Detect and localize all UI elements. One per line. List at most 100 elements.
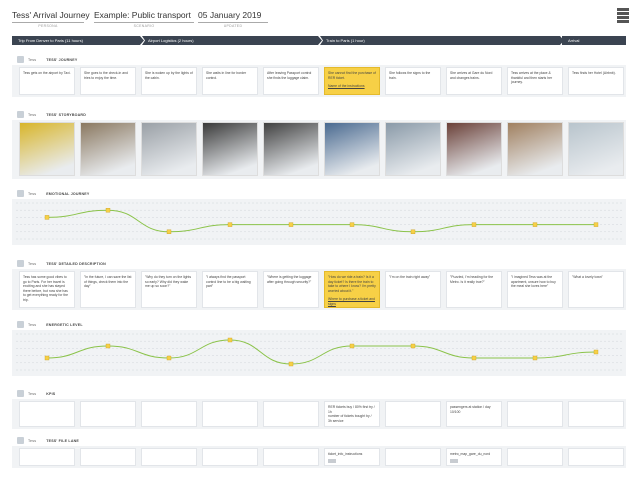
energy-curve xyxy=(46,339,597,365)
file-card[interactable] xyxy=(507,448,563,466)
journey-card[interactable]: She arrives at Gare du Nord and changes … xyxy=(446,67,502,95)
lane-color-badge xyxy=(17,260,24,267)
kpi-card[interactable] xyxy=(80,401,136,427)
kpi-card[interactable]: passengers at station / day 10/100 xyxy=(446,401,502,427)
attachment-icon[interactable] xyxy=(328,458,336,463)
journey-card[interactable]: She waits in line for border control. xyxy=(202,67,258,95)
journey-card-link[interactable]: Name of the instructions xyxy=(328,84,376,89)
thought-card[interactable]: "Why do they turn on the lights so early… xyxy=(141,271,197,308)
energy-chart xyxy=(16,333,622,371)
thought-card[interactable]: "I'm on the train right away" xyxy=(385,271,441,308)
energy-point[interactable] xyxy=(44,355,50,361)
persona-label: PERSONA xyxy=(38,24,58,28)
emotion-point[interactable] xyxy=(593,222,599,227)
lane-title: TESS' STORYBOARD xyxy=(46,112,87,117)
energy-point[interactable] xyxy=(349,343,355,349)
scenario-field[interactable]: Example: Public transport SCENARIO xyxy=(94,10,194,28)
journey-card-text: She waits in line for border control. xyxy=(206,71,247,80)
energy-point[interactable] xyxy=(532,355,538,361)
emotion-point[interactable] xyxy=(349,222,355,227)
storyboard-train-image xyxy=(385,122,441,176)
journey-card[interactable]: She cannot find the purchase of RER tick… xyxy=(324,67,380,95)
file-card[interactable] xyxy=(19,448,75,466)
emotion-point[interactable] xyxy=(532,222,538,227)
file-card[interactable]: metro_map_gare_du_nord xyxy=(446,448,502,466)
attachment-icon[interactable] xyxy=(450,458,458,463)
emotion-point[interactable] xyxy=(288,222,294,227)
journey-card[interactable]: She goes to the check-in and tries to en… xyxy=(80,67,136,95)
file-card[interactable] xyxy=(80,448,136,466)
phase-arrival[interactable]: Arrival xyxy=(562,36,626,45)
kpi-card[interactable] xyxy=(202,401,258,427)
journey-card[interactable]: Tess finds her Hotel (Airbnb). xyxy=(568,67,624,95)
phase-bar: Trip From Denver to Paris (11 hours) Air… xyxy=(12,36,626,45)
kpi-card[interactable] xyxy=(263,401,319,427)
energy-point[interactable] xyxy=(410,343,416,349)
file-card[interactable] xyxy=(202,448,258,466)
file-card[interactable] xyxy=(385,448,441,466)
kpi-card[interactable]: RER tickets buy / 80% first try / 1h num… xyxy=(324,401,380,427)
emotion-point[interactable] xyxy=(227,222,233,227)
lane-title: ENERGETIC LEVEL xyxy=(46,322,83,327)
thought-card[interactable]: "I always find the passport control line… xyxy=(202,271,258,308)
phase-train[interactable]: Train to Paris (1 hour) xyxy=(320,36,564,45)
emotion-point[interactable] xyxy=(410,229,416,234)
lane-header-thoughts: Tess TESS' DETAILED DESCRIPTION xyxy=(12,259,626,268)
energy-point[interactable] xyxy=(593,349,599,355)
lane-title: EMOTIONAL JOURNEY xyxy=(46,191,90,196)
kpi-card[interactable] xyxy=(141,401,197,427)
lane-color-badge xyxy=(17,390,24,397)
kpi-card-text: RER tickets buy / 80% first try / 1h num… xyxy=(328,405,375,423)
journey-card[interactable]: Tess gets on the airport by Taxi. xyxy=(19,67,75,95)
journey-card[interactable]: Tess arrives at the place & thankful and… xyxy=(507,67,563,95)
emotion-point[interactable] xyxy=(44,215,50,220)
journey-card[interactable]: She follows the signs to the train. xyxy=(385,67,441,95)
kpi-card[interactable] xyxy=(19,401,75,427)
journey-card[interactable]: After leaving Passport control she finds… xyxy=(263,67,319,95)
journey-card-text: She is woken up by the lights of the cab… xyxy=(145,71,193,80)
thought-card[interactable]: "Where is getting the luggage after goin… xyxy=(263,271,319,308)
thought-card[interactable]: "In the future, I can save the list of t… xyxy=(80,271,136,308)
thought-card-text: "How do we ride a train? Is it a day tic… xyxy=(328,275,376,293)
thought-card[interactable]: Tess has some good vibes to go to Paris.… xyxy=(19,271,75,308)
lane-header-energetic: Tess ENERGETIC LEVEL xyxy=(12,320,626,329)
storyboard-building-image xyxy=(568,122,624,176)
lane-title: TESS' DETAILED DESCRIPTION xyxy=(46,261,106,266)
thought-card[interactable]: "How do we ride a train? Is it a day tic… xyxy=(324,271,380,308)
journey-card[interactable]: She is woken up by the lights of the cab… xyxy=(141,67,197,95)
thought-card-text: "Puzzled, I'm heading for the Metro. Is … xyxy=(450,275,494,284)
kpi-card[interactable] xyxy=(507,401,563,427)
thought-card[interactable]: "What a lovely town" xyxy=(568,271,624,308)
lane-title: TESS' JOURNEY xyxy=(46,57,78,62)
storyboard-taxi-image xyxy=(19,122,75,176)
phase-trip[interactable]: Trip From Denver to Paris (11 hours) xyxy=(12,36,144,45)
lane-color-badge xyxy=(17,190,24,197)
emotion-point[interactable] xyxy=(166,229,172,234)
energy-point[interactable] xyxy=(227,337,233,343)
thought-card[interactable]: "Puzzled, I'm heading for the Metro. Is … xyxy=(446,271,502,308)
storyboard-station-image xyxy=(324,122,380,176)
phase-airport[interactable]: Airport Logistics (2 hours) xyxy=(142,36,322,45)
date-label: UPDATED xyxy=(223,24,243,28)
kpi-card[interactable] xyxy=(568,401,624,427)
file-card[interactable] xyxy=(568,448,624,466)
file-card[interactable] xyxy=(141,448,197,466)
kpi-card[interactable] xyxy=(385,401,441,427)
emotion-point[interactable] xyxy=(105,207,111,213)
date-field[interactable]: 05 January 2019 UPDATED xyxy=(198,10,268,28)
file-card[interactable] xyxy=(263,448,319,466)
persona-field[interactable]: Tess' Arrival Journey PERSONA xyxy=(12,10,90,28)
energy-point[interactable] xyxy=(471,355,477,361)
storyboard-platform-image xyxy=(446,122,502,176)
emotion-point[interactable] xyxy=(471,222,477,227)
energy-point[interactable] xyxy=(288,361,294,367)
file-card-text: metro_map_gare_du_nord xyxy=(450,452,491,456)
file-card[interactable]: ticket_info_instructions xyxy=(324,448,380,466)
thought-card-text: "Why do they turn on the lights so early… xyxy=(145,275,192,289)
thought-card-link[interactable]: Where to purchase a ticket and signs xyxy=(328,297,376,306)
journey-card-text: She arrives at Gare du Nord and changes … xyxy=(450,71,493,80)
energy-point[interactable] xyxy=(166,355,172,361)
lane-color-badge xyxy=(17,321,24,328)
energy-point[interactable] xyxy=(105,343,111,349)
thought-card[interactable]: "I imagined Tess was at the apartment, u… xyxy=(507,271,563,308)
